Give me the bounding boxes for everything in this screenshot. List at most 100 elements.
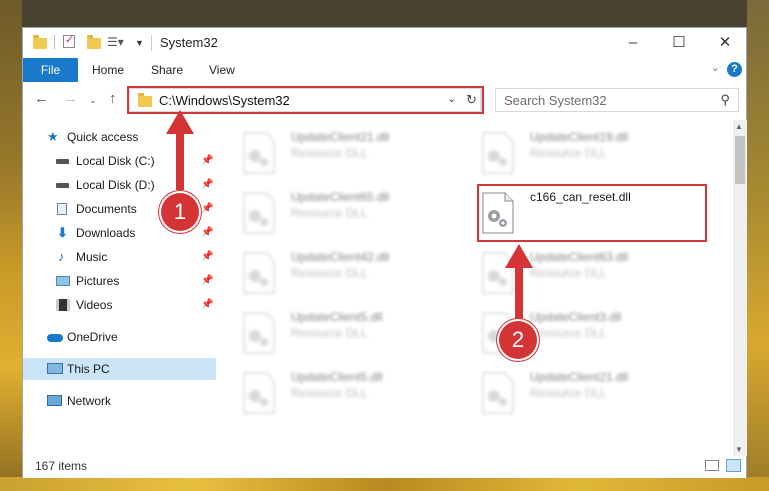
tab-file[interactable]: File <box>23 58 78 82</box>
sidebar-item-label: Videos <box>76 298 113 312</box>
file-item[interactable]: UpdateClient21.dll Resource DLL <box>243 130 473 186</box>
sidebar-item-this-pc[interactable]: This PC <box>23 358 216 380</box>
file-type: Resource DLL <box>291 386 368 400</box>
sidebar-item-label: Quick access <box>67 130 139 144</box>
recent-locations-icon[interactable]: ⌄ <box>89 95 97 106</box>
sidebar-item-pictures[interactable]: Pictures 📌 <box>23 270 216 292</box>
search-box[interactable]: Search System32 ⚲ <box>495 88 739 112</box>
minimize-button[interactable]: – <box>610 28 656 58</box>
sidebar-item-onedrive[interactable]: OneDrive <box>23 326 216 348</box>
details-view-icon[interactable] <box>705 460 719 471</box>
toolbar-divider <box>54 35 55 49</box>
window-title: System32 <box>160 35 218 50</box>
videos-icon <box>56 299 70 311</box>
network-icon <box>47 395 62 406</box>
pin-icon[interactable]: 📌 <box>201 246 213 268</box>
sidebar-item-label: Pictures <box>76 274 120 288</box>
file-type: Resource DLL <box>530 266 607 280</box>
file-item[interactable]: UpdateClient21.dll Resource DLL <box>482 370 712 426</box>
computer-icon <box>47 363 63 374</box>
file-type: Resource DLL <box>530 146 607 160</box>
tab-share[interactable]: Share <box>151 58 183 82</box>
file-item[interactable]: UpdateClient5.dll Resource DLL <box>243 310 473 366</box>
dll-file-icon <box>482 252 514 294</box>
pin-icon[interactable]: 📌 <box>201 174 213 196</box>
dll-file-icon <box>243 252 275 294</box>
dll-file-icon <box>243 372 275 414</box>
file-item[interactable]: UpdateClient63.dll Resource DLL <box>482 250 712 306</box>
file-type: Resource DLL <box>291 206 368 220</box>
sidebar-item-videos[interactable]: Videos 📌 <box>23 294 216 316</box>
close-button[interactable]: ✕ <box>702 28 748 58</box>
sidebar-item-label: Network <box>67 394 112 408</box>
expand-ribbon-icon[interactable]: ⌄ <box>711 61 720 74</box>
scrollbar-thumb[interactable] <box>735 136 745 184</box>
quick-access-dropdown-icon[interactable]: ▼ <box>135 38 144 54</box>
tab-home[interactable]: Home <box>92 58 124 82</box>
sidebar-item-quick-access[interactable]: ★ Quick access <box>23 126 216 148</box>
pin-icon[interactable]: 📌 <box>201 222 213 244</box>
drive-icon <box>56 159 69 164</box>
pictures-icon <box>56 276 70 286</box>
help-button[interactable]: ? <box>727 62 742 77</box>
sidebar-item-network[interactable]: Network <box>23 390 216 412</box>
documents-icon <box>57 203 67 215</box>
up-button[interactable]: ↑ <box>109 90 117 107</box>
sidebar-item-label: Documents <box>76 202 137 216</box>
forward-button[interactable]: → <box>63 90 78 107</box>
back-button[interactable]: ← <box>34 90 49 107</box>
file-item[interactable]: UpdateClient42.dll Resource DLL <box>243 250 473 306</box>
file-item[interactable]: UpdateClient19.dll Resource DLL <box>482 130 712 186</box>
search-placeholder: Search System32 <box>504 93 607 108</box>
pin-icon[interactable]: 📌 <box>201 150 213 172</box>
properties-icon[interactable]: ✓ <box>63 34 75 48</box>
status-bar: 167 items <box>23 456 746 478</box>
tab-view[interactable]: View <box>209 58 235 82</box>
desktop-background-left <box>0 0 22 491</box>
scroll-up-icon[interactable]: ▲ <box>735 122 743 131</box>
dll-file-icon <box>482 132 514 174</box>
file-name: UpdateClient65.dll <box>291 190 390 204</box>
sidebar-item-local-disk-c[interactable]: Local Disk (C:) 📌 <box>23 150 216 172</box>
file-type: Resource DLL <box>530 386 607 400</box>
sidebar-item-label: Downloads <box>76 226 136 240</box>
explorer-window: ✓ ☰▾ ▼ System32 – ☐ ✕ File Home Share Vi… <box>22 27 747 478</box>
file-name: UpdateClient21.dll <box>530 370 629 384</box>
file-name: UpdateClient19.dll <box>530 130 629 144</box>
sidebar-item-label: Music <box>76 250 108 264</box>
file-name: UpdateClient63.dll <box>530 250 629 264</box>
file-list: UpdateClient21.dll Resource DLL UpdateCl… <box>220 120 735 456</box>
navigation-pane: ★ Quick access Local Disk (C:) 📌 Local D… <box>23 120 216 456</box>
sidebar-item-local-disk-d[interactable]: Local Disk (D:) 📌 <box>23 174 216 196</box>
title-bar: ✓ ☰▾ ▼ System32 – ☐ ✕ <box>23 28 746 58</box>
file-name: UpdateClient42.dll <box>291 250 390 264</box>
file-type: Resource DLL <box>530 326 607 340</box>
pin-icon[interactable]: 📌 <box>201 198 213 220</box>
search-icon[interactable]: ⚲ <box>720 92 730 108</box>
scroll-down-icon[interactable]: ▼ <box>735 445 743 454</box>
vertical-scrollbar[interactable]: ▲ ▼ <box>733 120 747 456</box>
sidebar-item-music[interactable]: ♪ Music 📌 <box>23 246 216 268</box>
cloud-icon <box>47 334 63 342</box>
music-icon: ♪ <box>58 249 65 264</box>
customize-icon[interactable]: ☰▾ <box>107 35 124 51</box>
downloads-icon: ⬇ <box>57 225 68 240</box>
star-icon: ★ <box>47 129 59 144</box>
sidebar-item-label: This PC <box>67 362 110 376</box>
file-name: UpdateClient5.dll <box>291 310 383 324</box>
callout-marker-2: 2 <box>499 321 537 359</box>
folder-icon <box>33 35 47 51</box>
file-item[interactable]: UpdateClient65.dll Resource DLL <box>243 190 473 246</box>
desktop-background-right <box>747 0 769 491</box>
sidebar-item-label: OneDrive <box>67 330 118 344</box>
sidebar-item-label: Local Disk (D:) <box>76 178 155 192</box>
maximize-button[interactable]: ☐ <box>656 28 702 58</box>
large-icons-view-icon[interactable] <box>726 459 741 472</box>
file-item[interactable]: UpdateClient5.dll Resource DLL <box>243 370 473 426</box>
item-count: 167 items <box>35 459 88 473</box>
pin-icon[interactable]: 📌 <box>201 294 213 316</box>
dll-file-icon <box>243 132 275 174</box>
dll-file-icon <box>243 312 275 354</box>
new-folder-icon[interactable] <box>87 35 101 51</box>
pin-icon[interactable]: 📌 <box>201 270 213 292</box>
